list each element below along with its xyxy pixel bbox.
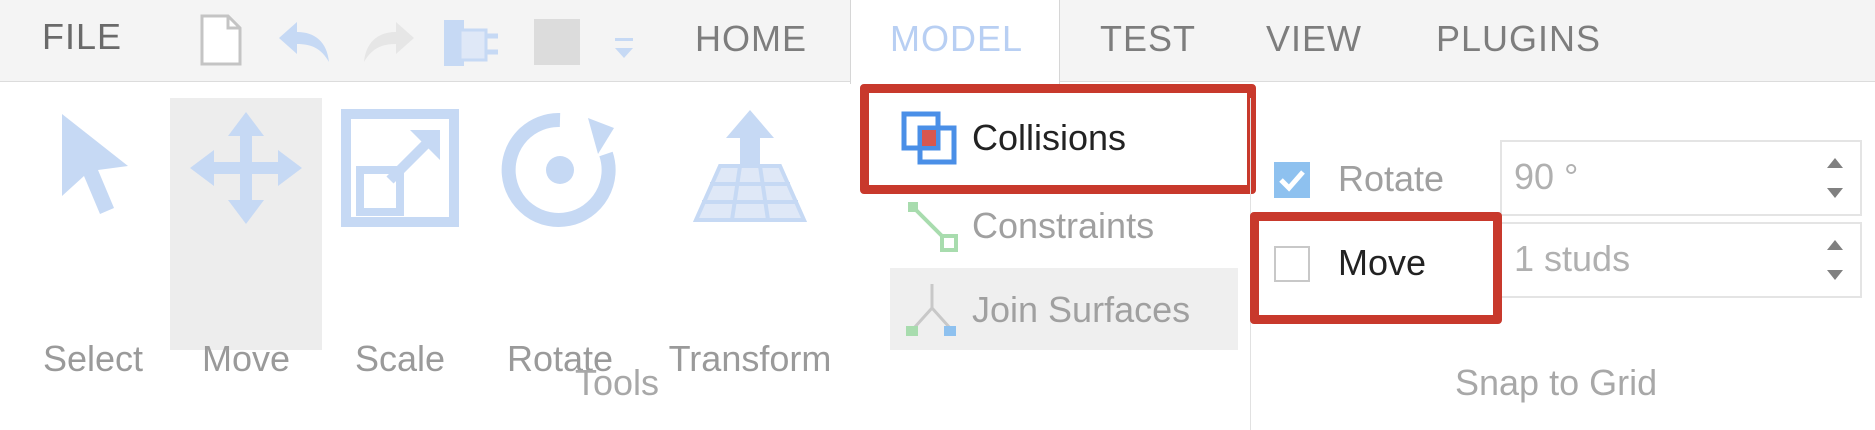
tab-home[interactable]: HOME [695,18,807,60]
move-snap-input[interactable]: 1 studs [1500,222,1862,298]
stop-icon[interactable] [532,17,582,72]
rotate-snap-value: 90 ° [1514,156,1579,197]
tools-group-label: Tools [575,362,660,403]
transform-tool-button[interactable]: Transform [652,100,848,379]
constraints-label: Constraints [972,205,1155,246]
tab-model[interactable]: MODEL [890,18,1023,60]
tab-view[interactable]: VIEW [1266,18,1362,60]
spinner-arrows-icon[interactable] [1824,230,1846,290]
rotate-icon [501,112,616,227]
checkmark-icon [1279,170,1305,192]
move-tool-button[interactable]: Move [170,100,322,379]
customize-dropdown-icon[interactable] [612,36,636,67]
select-tool-button[interactable]: Select [34,100,152,379]
scale-tool-label: Scale [354,338,446,379]
join-surfaces-button[interactable]: Join Surfaces [904,278,1190,342]
rotate-snap-label: Rotate [1338,158,1445,199]
move-tool-label: Move [201,338,291,379]
redo-icon[interactable] [358,18,418,71]
undo-icon[interactable] [275,18,335,71]
rotate-tool-button[interactable]: Rotate [490,100,630,379]
scale-icon [341,109,459,227]
spinner-arrows-icon[interactable] [1824,148,1846,208]
move-snap-highlight-box [1250,212,1502,324]
move-snap-value: 1 studs [1514,238,1631,279]
collisions-highlight-box [860,84,1256,194]
join-surfaces-label: Join Surfaces [972,289,1191,330]
ribbon-tab-bar: FILE HOME MODEL TEST VIEW PLUGINS [0,0,1875,84]
constraints-button[interactable]: Constraints [904,194,1154,258]
move-icon [190,112,302,224]
rotate-snap-checkbox[interactable] [1274,162,1310,198]
transform-tool-label: Transform [668,338,832,379]
tab-plugins[interactable]: PLUGINS [1436,18,1601,60]
publish-icon[interactable] [440,14,506,77]
file-menu[interactable]: FILE [42,16,122,58]
snap-to-grid-group-label: Snap to Grid [1455,362,1658,403]
join-surfaces-icon [906,284,956,336]
select-tool-label: Select [42,338,144,379]
tab-test[interactable]: TEST [1100,18,1196,60]
constraints-icon [908,202,958,252]
new-file-icon[interactable] [198,12,244,73]
transform-icon [692,110,808,222]
select-arrow-icon [62,114,128,214]
scale-tool-button[interactable]: Scale [336,100,464,379]
rotate-snap-input[interactable]: 90 ° [1500,140,1862,216]
